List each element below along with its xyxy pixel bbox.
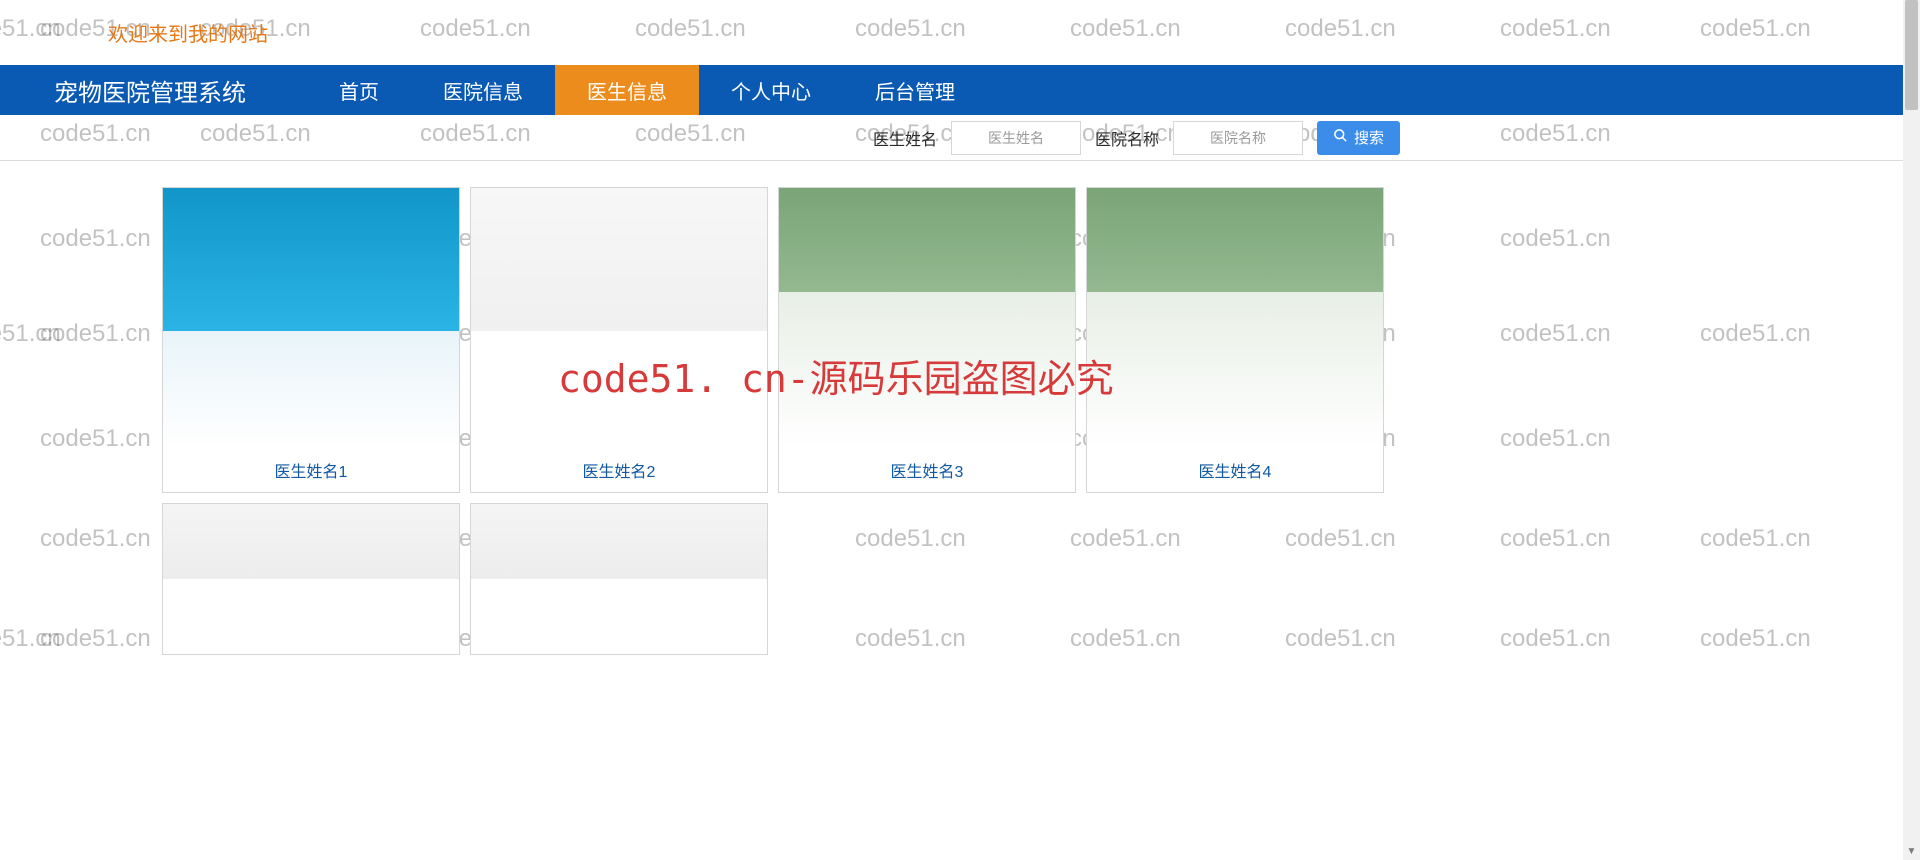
nav-item-home[interactable]: 首页 bbox=[307, 65, 411, 115]
doctor-photo bbox=[1087, 188, 1383, 448]
site-title: 宠物医院管理系统 bbox=[0, 65, 307, 115]
doctor-card[interactable]: 医生姓名2 bbox=[470, 187, 768, 493]
doctor-card[interactable] bbox=[470, 503, 768, 655]
doctor-name-label: 医生姓名4 bbox=[1087, 448, 1383, 492]
doctor-photo bbox=[779, 188, 1075, 448]
doctor-photo bbox=[163, 188, 459, 448]
nav-items: 首页 医院信息 医生信息 个人中心 后台管理 bbox=[307, 65, 987, 115]
search-button-label: 搜索 bbox=[1354, 127, 1384, 148]
search-label-doctor-name: 医生姓名 bbox=[873, 126, 937, 150]
search-icon bbox=[1333, 128, 1348, 147]
welcome-text: 欢迎来到我的网站 bbox=[0, 0, 1920, 65]
search-input-doctor-name[interactable] bbox=[951, 121, 1081, 155]
doctor-name-label: 医生姓名2 bbox=[471, 448, 767, 492]
main-nav: 宠物医院管理系统 首页 医院信息 医生信息 个人中心 后台管理 bbox=[0, 65, 1920, 115]
nav-item-hospital-info[interactable]: 医院信息 bbox=[411, 65, 555, 115]
doctor-card[interactable] bbox=[162, 503, 460, 655]
content-area: 医生姓名1 医生姓名2 医生姓名3 医生姓名4 bbox=[0, 161, 1920, 655]
scrollbar-thumb[interactable] bbox=[1905, 0, 1918, 110]
nav-item-doctor-info[interactable]: 医生信息 bbox=[555, 65, 699, 115]
nav-item-personal-center[interactable]: 个人中心 bbox=[699, 65, 843, 115]
doctor-card[interactable]: 医生姓名1 bbox=[162, 187, 460, 493]
search-label-hospital-name: 医院名称 bbox=[1095, 126, 1159, 150]
doctor-photo bbox=[163, 504, 459, 654]
nav-item-admin[interactable]: 后台管理 bbox=[843, 65, 987, 115]
doctor-photo bbox=[471, 188, 767, 448]
vertical-scrollbar[interactable]: ▲ ▼ bbox=[1903, 0, 1920, 860]
search-input-hospital-name[interactable] bbox=[1173, 121, 1303, 155]
doctor-name-label: 医生姓名1 bbox=[163, 448, 459, 492]
scrollbar-arrow-down-icon[interactable]: ▼ bbox=[1903, 843, 1920, 860]
doctor-card[interactable]: 医生姓名4 bbox=[1086, 187, 1384, 493]
doctor-card[interactable]: 医生姓名3 bbox=[778, 187, 1076, 493]
doctor-name-label: 医生姓名3 bbox=[779, 448, 1075, 492]
search-button[interactable]: 搜索 bbox=[1317, 121, 1400, 155]
doctor-photo bbox=[471, 504, 767, 654]
search-bar: 医生姓名 医院名称 搜索 bbox=[0, 115, 1920, 161]
doctor-card-grid: 医生姓名1 医生姓名2 医生姓名3 医生姓名4 bbox=[162, 187, 1402, 655]
